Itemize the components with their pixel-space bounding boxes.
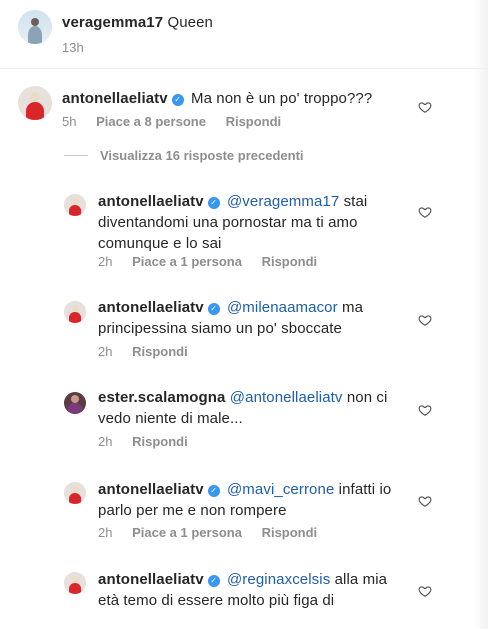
reply-body: non ci bbox=[346, 389, 388, 406]
verified-badge-icon: ✓ bbox=[207, 575, 220, 587]
reply-button[interactable]: Rispondi bbox=[132, 344, 188, 359]
reply-body: parlo per me e non rompere bbox=[98, 502, 287, 519]
comment-meta: 2h Rispondi bbox=[98, 434, 204, 449]
avatar[interactable] bbox=[64, 301, 86, 323]
heart-outline-icon[interactable] bbox=[418, 584, 432, 598]
reply-button[interactable]: Rispondi bbox=[226, 114, 282, 129]
reply-button[interactable]: Rispondi bbox=[132, 434, 188, 449]
timestamp: 5h bbox=[62, 114, 77, 129]
reply-body: ma bbox=[342, 299, 364, 316]
heart-outline-icon[interactable] bbox=[418, 100, 432, 114]
page-edge-shadow bbox=[474, 0, 488, 629]
heart-outline-icon[interactable] bbox=[418, 313, 432, 327]
username[interactable]: antonellaeliatv bbox=[98, 571, 204, 588]
reply-body: alla mia bbox=[334, 571, 388, 588]
view-replies-label: Visualizza 16 risposte precedenti bbox=[100, 148, 304, 163]
reply-body: stai bbox=[343, 193, 368, 210]
mention-link[interactable]: @antonellaeliatv bbox=[230, 389, 343, 406]
comment-meta: 2h Rispondi bbox=[98, 344, 204, 359]
caption-text: veragemma17 Queen bbox=[62, 12, 213, 33]
heart-outline-icon[interactable] bbox=[418, 494, 432, 508]
comment-meta: 2h Piace a 1 persona Rispondi bbox=[98, 254, 333, 269]
likes-count[interactable]: Piace a 8 persone bbox=[96, 114, 206, 129]
reply-body: principessina siamo un po' sboccate bbox=[98, 320, 342, 337]
mention-link[interactable]: @reginaxcelsis bbox=[227, 571, 330, 588]
reply-body: età temo di essere molto più figa di bbox=[98, 592, 335, 609]
reply-text: antonellaeliatv ✓ @veragemma17 stai diven… bbox=[98, 191, 408, 254]
verified-badge-icon: ✓ bbox=[207, 197, 220, 209]
avatar[interactable] bbox=[64, 482, 86, 504]
username[interactable]: veragemma17 bbox=[62, 14, 163, 31]
likes-count[interactable]: Piace a 1 persona bbox=[132, 254, 242, 269]
heart-outline-icon[interactable] bbox=[418, 403, 432, 417]
divider bbox=[64, 155, 88, 156]
timestamp: 2h bbox=[98, 525, 113, 540]
reply-button[interactable]: Rispondi bbox=[262, 254, 318, 269]
timestamp: 2h bbox=[98, 434, 113, 449]
avatar[interactable] bbox=[64, 572, 86, 594]
timestamp: 2h bbox=[98, 254, 113, 269]
comments-page: veragemma17 Queen 13h antonellaeliatv ✓ M… bbox=[0, 0, 488, 629]
caption-body: Queen bbox=[167, 14, 213, 31]
username[interactable]: antonellaeliatv bbox=[62, 90, 168, 107]
reply-text: ester.scalamogna @antonellaeliatv non ci… bbox=[98, 387, 408, 429]
reply-text: antonellaeliatv ✓ @milenaamacor ma princi… bbox=[98, 297, 408, 339]
reply-text: antonellaeliatv ✓ @reginaxcelsis alla mia… bbox=[98, 569, 408, 611]
username[interactable]: antonellaeliatv bbox=[98, 299, 204, 316]
heart-outline-icon[interactable] bbox=[418, 205, 432, 219]
username[interactable]: antonellaeliatv bbox=[98, 481, 204, 498]
avatar[interactable] bbox=[18, 10, 52, 44]
verified-badge-icon: ✓ bbox=[171, 94, 184, 106]
timestamp: 13h bbox=[62, 40, 84, 55]
comment-text: antonellaeliatv ✓ Ma non è un po' troppo?… bbox=[62, 88, 372, 109]
mention-link[interactable]: @mavi_cerrone bbox=[227, 481, 334, 498]
comment-body: Ma non è un po' troppo??? bbox=[190, 90, 373, 107]
timestamp: 2h bbox=[98, 344, 113, 359]
comment-meta: 13h bbox=[62, 40, 100, 55]
avatar[interactable] bbox=[18, 86, 52, 120]
verified-badge-icon: ✓ bbox=[207, 485, 220, 497]
comment-meta: 5h Piace a 8 persone Rispondi bbox=[62, 114, 297, 129]
username[interactable]: antonellaeliatv bbox=[98, 193, 204, 210]
reply-body: diventandomi una pornostar ma ti amo bbox=[98, 214, 358, 231]
reply-body: vedo niente di male... bbox=[98, 410, 243, 427]
avatar[interactable] bbox=[64, 392, 86, 414]
view-previous-replies-button[interactable]: Visualizza 16 risposte precedenti bbox=[64, 148, 304, 170]
comment-meta: 2h Piace a 1 persona Rispondi bbox=[98, 525, 333, 540]
verified-badge-icon: ✓ bbox=[207, 303, 220, 315]
mention-link[interactable]: @veragemma17 bbox=[227, 193, 339, 210]
username[interactable]: ester.scalamogna bbox=[98, 389, 226, 406]
mention-link[interactable]: @milenaamacor bbox=[227, 299, 338, 316]
reply-body: infatti io bbox=[338, 481, 392, 498]
reply-button[interactable]: Rispondi bbox=[262, 525, 318, 540]
divider bbox=[0, 68, 488, 69]
reply-text: antonellaeliatv ✓ @mavi_cerrone infatti i… bbox=[98, 479, 408, 521]
avatar[interactable] bbox=[64, 194, 86, 216]
reply-body: comunque e lo sai bbox=[98, 235, 222, 252]
likes-count[interactable]: Piace a 1 persona bbox=[132, 525, 242, 540]
